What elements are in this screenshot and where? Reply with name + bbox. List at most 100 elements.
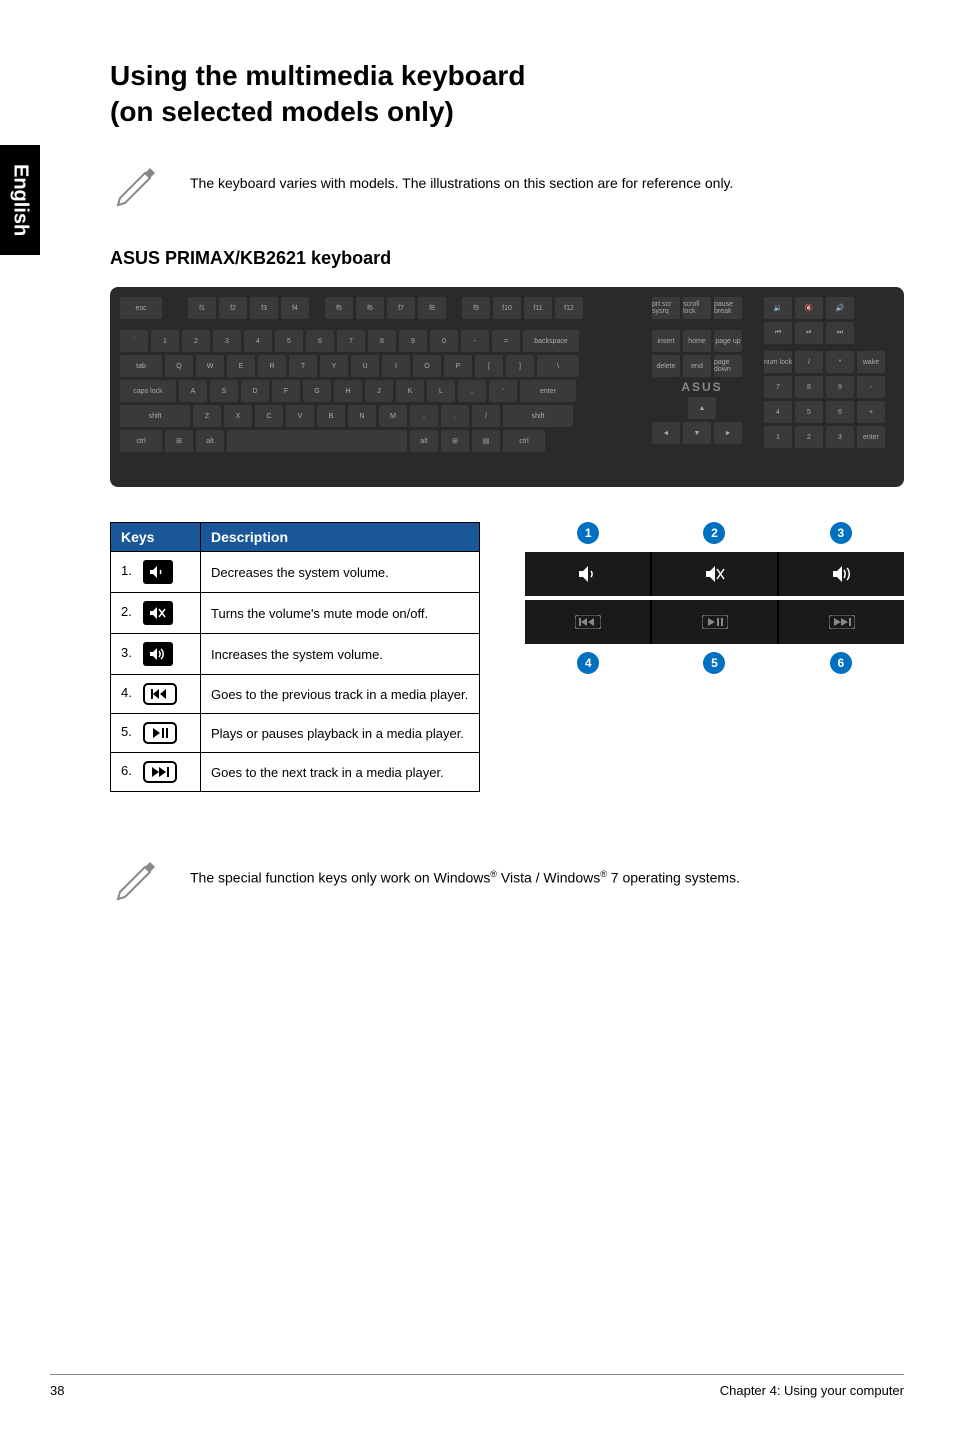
key-insert: insert: [652, 330, 680, 352]
key-4: 4: [244, 330, 272, 352]
key-minus: -: [461, 330, 489, 352]
key-home: home: [683, 330, 711, 352]
key-0: 0: [430, 330, 458, 352]
key-f: F: [272, 380, 300, 402]
panel-voldown: [525, 552, 652, 596]
key-o: O: [413, 355, 441, 377]
note-text: The keyboard varies with models. The ill…: [190, 175, 733, 191]
key-num9: 9: [826, 376, 854, 398]
key-num5: 5: [795, 401, 823, 423]
key-desc: Decreases the system volume.: [201, 552, 480, 593]
key-num1: 1: [764, 426, 792, 448]
callout-2: 2: [703, 522, 725, 544]
key-k: K: [396, 380, 424, 402]
play-pause-icon: [143, 722, 177, 744]
key-g: G: [303, 380, 331, 402]
key-nummul: *: [826, 351, 854, 373]
table-row: 2. Turns the volume's mute mode on/off.: [111, 593, 480, 634]
key-media-mute: 🔇: [795, 297, 823, 319]
page-title-line1: Using the multimedia keyboard: [110, 60, 904, 92]
key-end: end: [683, 355, 711, 377]
key-equals: =: [492, 330, 520, 352]
volume-down-icon: [143, 560, 173, 584]
key-space: [227, 430, 407, 452]
key-6: 6: [306, 330, 334, 352]
note-callout: The keyboard varies with models. The ill…: [110, 158, 904, 208]
key-q: Q: [165, 355, 193, 377]
panel-mute: [652, 552, 779, 596]
footnote-text: The special function keys only work on W…: [190, 869, 740, 886]
key-right: ►: [714, 422, 742, 444]
key-f2: f2: [219, 297, 247, 319]
key-rshift: shift: [503, 405, 573, 427]
key-f1: f1: [188, 297, 216, 319]
key-media-volup: 🔊: [826, 297, 854, 319]
key-num6: 6: [826, 401, 854, 423]
asus-logo: ASUS: [681, 380, 722, 394]
key-lctrl: ctrl: [120, 430, 162, 452]
mute-icon: [143, 601, 173, 625]
language-tab: English: [0, 145, 40, 255]
keyboard-model-heading: ASUS PRIMAX/KB2621 keyboard: [110, 248, 904, 269]
key-u: U: [351, 355, 379, 377]
key-f8: f8: [418, 297, 446, 319]
key-s: S: [210, 380, 238, 402]
key-2: 2: [182, 330, 210, 352]
key-rctrl: ctrl: [503, 430, 545, 452]
key-left: ◄: [652, 422, 680, 444]
callout-1: 1: [577, 522, 599, 544]
panel-play: [652, 600, 779, 644]
key-row-num: 6.: [121, 763, 139, 778]
table-row: 4. Goes to the previous track in a media…: [111, 675, 480, 714]
media-panel-illustration: 1 2 3: [525, 522, 904, 682]
callout-6: 6: [830, 652, 852, 674]
page-title-line2: (on selected models only): [110, 96, 904, 128]
table-header-desc: Description: [201, 523, 480, 552]
key-d: D: [241, 380, 269, 402]
key-backspace: backspace: [523, 330, 579, 352]
key-lshift: shift: [120, 405, 190, 427]
key-slash: /: [472, 405, 500, 427]
key-pgdn: page down: [714, 355, 742, 377]
key-l: L: [427, 380, 455, 402]
volume-up-icon: [143, 642, 173, 666]
key-a: A: [179, 380, 207, 402]
key-media-prev: ⏮: [764, 322, 792, 344]
key-8: 8: [368, 330, 396, 352]
key-b: B: [317, 405, 345, 427]
key-t: T: [289, 355, 317, 377]
key-tilde: `: [120, 330, 148, 352]
chapter-label: Chapter 4: Using your computer: [720, 1383, 904, 1398]
key-f3: f3: [250, 297, 278, 319]
key-numminus: -: [857, 376, 885, 398]
key-row-num: 3.: [121, 645, 139, 660]
key-e: E: [227, 355, 255, 377]
table-row: 5. Plays or pauses playback in a media p…: [111, 714, 480, 753]
key-desc: Goes to the previous track in a media pl…: [201, 675, 480, 714]
key-wake: wake: [857, 351, 885, 373]
key-f9: f9: [462, 297, 490, 319]
key-ralt: alt: [410, 430, 438, 452]
key-x: X: [224, 405, 252, 427]
key-num3: 3: [826, 426, 854, 448]
key-numplus: +: [857, 401, 885, 423]
key-pause: pause break: [714, 297, 742, 319]
key-media-play: ⏯: [795, 322, 823, 344]
key-f7: f7: [387, 297, 415, 319]
table-row: 1. Decreases the system volume.: [111, 552, 480, 593]
key-lalt: alt: [196, 430, 224, 452]
table-row: 6. Goes to the next track in a media pla…: [111, 753, 480, 792]
footnote: The special function keys only work on W…: [110, 852, 904, 902]
page-footer: 38 Chapter 4: Using your computer: [50, 1374, 904, 1398]
key-tab: tab: [120, 355, 162, 377]
key-numlock: num lock: [764, 351, 792, 373]
key-p: P: [444, 355, 472, 377]
key-w: W: [196, 355, 224, 377]
keyboard-illustration: esc f1 f2 f3 f4 f5 f6 f7 f8 f9 f10 f11 f…: [110, 287, 904, 487]
callout-4: 4: [577, 652, 599, 674]
key-desc: Turns the volume's mute mode on/off.: [201, 593, 480, 634]
key-row-num: 5.: [121, 724, 139, 739]
table-row: 3. Increases the system volume.: [111, 634, 480, 675]
key-delete: delete: [652, 355, 680, 377]
key-f4: f4: [281, 297, 309, 319]
